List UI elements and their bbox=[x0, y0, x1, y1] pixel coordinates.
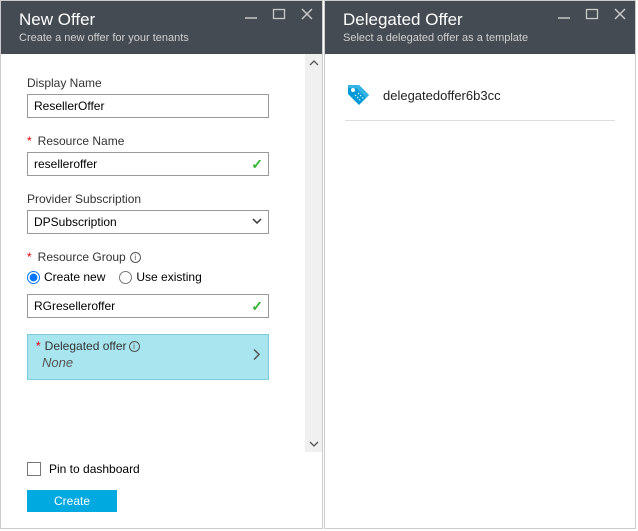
pin-to-dashboard-row: Pin to dashboard bbox=[27, 462, 296, 476]
scrollbar[interactable] bbox=[305, 54, 322, 452]
scroll-down-icon[interactable] bbox=[305, 435, 322, 452]
offer-tag-icon bbox=[345, 82, 371, 108]
blade-controls bbox=[244, 7, 314, 23]
blade-body: Display Name * Resource Name ✓ Provider … bbox=[1, 54, 322, 452]
provider-subscription-select[interactable]: DPSubscription bbox=[27, 210, 269, 234]
create-button[interactable]: Create bbox=[27, 490, 117, 512]
blade-header: Delegated Offer Select a delegated offer… bbox=[325, 1, 635, 54]
delegated-offer-item[interactable]: delegatedoffer6b3cc bbox=[345, 76, 615, 121]
required-asterisk-icon: * bbox=[36, 339, 41, 353]
rg-use-existing-option[interactable]: Use existing bbox=[119, 270, 201, 284]
chevron-right-icon bbox=[252, 348, 262, 367]
close-icon[interactable] bbox=[300, 7, 314, 23]
resource-name-label: * Resource Name bbox=[27, 134, 296, 148]
minimize-icon[interactable] bbox=[557, 7, 571, 23]
minimize-icon[interactable] bbox=[244, 7, 258, 23]
resource-group-label-text: Resource Group bbox=[38, 250, 126, 264]
blade-footer: Pin to dashboard Create bbox=[1, 452, 322, 528]
form-area: Display Name * Resource Name ✓ Provider … bbox=[1, 54, 322, 390]
display-name-label: Display Name bbox=[27, 76, 296, 90]
blade-header: New Offer Create a new offer for your te… bbox=[1, 1, 322, 54]
blade-controls bbox=[557, 7, 627, 23]
delegated-offer-blade: Delegated Offer Select a delegated offer… bbox=[324, 0, 636, 529]
blade-body: delegatedoffer6b3cc bbox=[325, 54, 635, 143]
resource-name-label-text: Resource Name bbox=[38, 134, 125, 148]
blade-subtitle: Select a delegated offer as a template bbox=[343, 32, 621, 44]
maximize-icon[interactable] bbox=[272, 7, 286, 23]
blade-subtitle: Create a new offer for your tenants bbox=[19, 32, 308, 44]
provider-subscription-label: Provider Subscription bbox=[27, 192, 296, 206]
required-asterisk-icon: * bbox=[27, 134, 32, 148]
info-icon[interactable]: i bbox=[130, 252, 141, 263]
required-asterisk-icon: * bbox=[27, 250, 32, 264]
rg-use-existing-label: Use existing bbox=[136, 270, 201, 284]
delegated-offer-picker[interactable]: * Delegated offer i None bbox=[27, 334, 269, 380]
resource-group-label: * Resource Group i bbox=[27, 250, 296, 264]
maximize-icon[interactable] bbox=[585, 7, 599, 23]
rg-create-new-radio[interactable] bbox=[27, 271, 40, 284]
delegated-offer-label-text: Delegated offer bbox=[45, 339, 127, 353]
pin-to-dashboard-label: Pin to dashboard bbox=[49, 462, 140, 476]
delegated-offer-name: delegatedoffer6b3cc bbox=[383, 88, 501, 103]
display-name-input[interactable] bbox=[27, 94, 269, 118]
rg-create-new-label: Create new bbox=[44, 270, 105, 284]
resource-name-input[interactable] bbox=[27, 152, 269, 176]
close-icon[interactable] bbox=[613, 7, 627, 23]
scroll-up-icon[interactable] bbox=[305, 54, 322, 71]
new-offer-blade: New Offer Create a new offer for your te… bbox=[0, 0, 323, 529]
resource-group-radio-row: Create new Use existing bbox=[27, 270, 296, 284]
pin-to-dashboard-checkbox[interactable] bbox=[27, 462, 41, 476]
info-icon[interactable]: i bbox=[129, 341, 140, 352]
delegated-offer-label: * Delegated offer i bbox=[36, 339, 246, 353]
resource-group-input[interactable] bbox=[27, 294, 269, 318]
rg-use-existing-radio[interactable] bbox=[119, 271, 132, 284]
rg-create-new-option[interactable]: Create new bbox=[27, 270, 105, 284]
delegated-offer-value: None bbox=[42, 355, 246, 370]
